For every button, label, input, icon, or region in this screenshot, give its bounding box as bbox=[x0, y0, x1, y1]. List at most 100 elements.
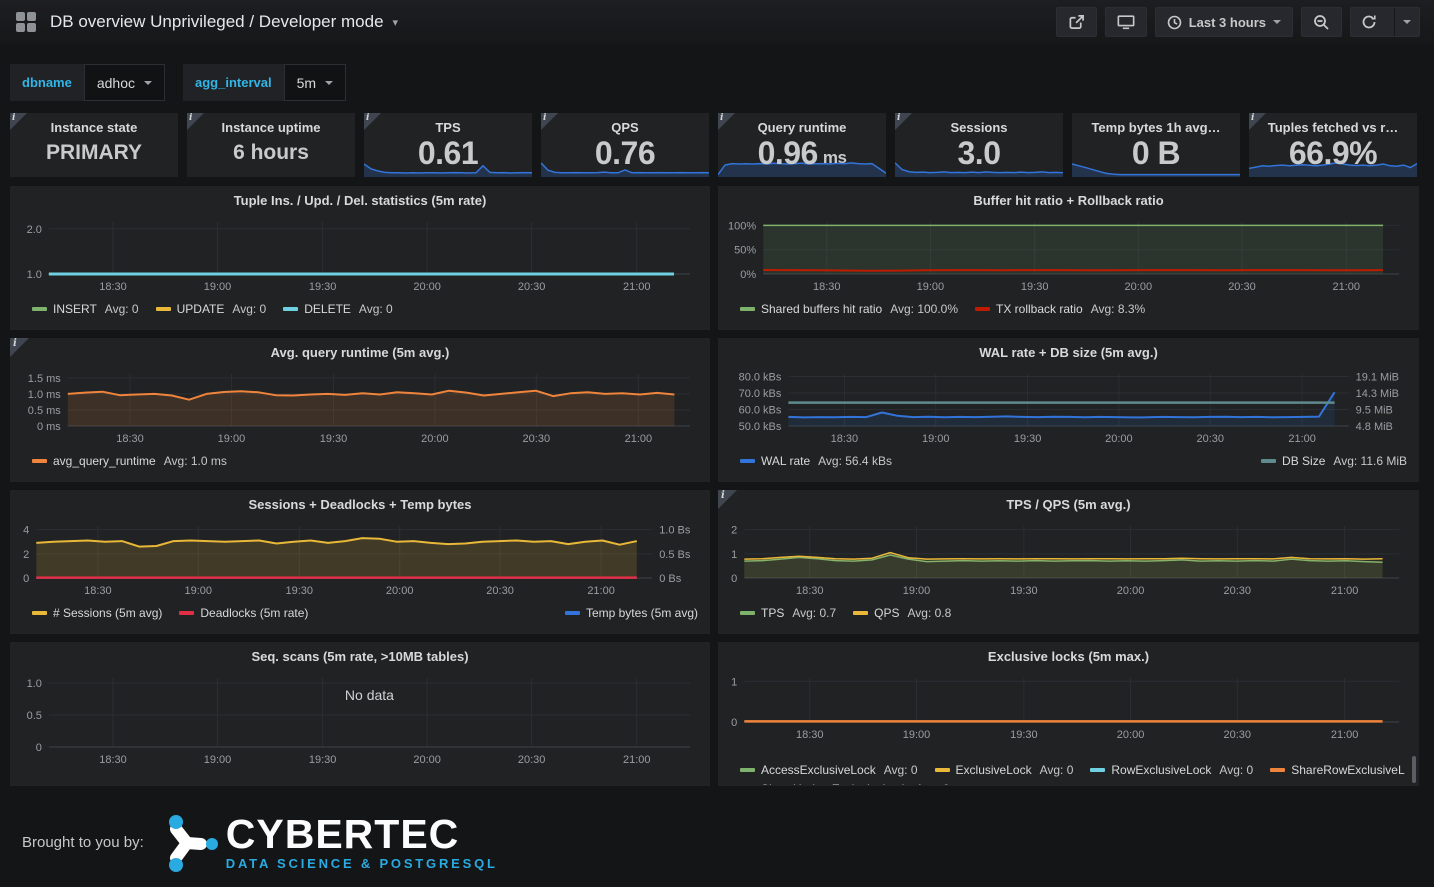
svg-text:19:00: 19:00 bbox=[204, 754, 232, 766]
svg-text:0 Bs: 0 Bs bbox=[659, 573, 682, 585]
legend-item[interactable]: avg_query_runtimeAvg: 1.0 ms bbox=[32, 454, 227, 468]
svg-text:21:00: 21:00 bbox=[625, 433, 653, 445]
seq-scans-chart[interactable]: 1.00.5018:3019:0019:3020:0020:3021:00No … bbox=[16, 672, 704, 767]
cybertec-logo-icon bbox=[160, 812, 218, 872]
share-button[interactable] bbox=[1056, 7, 1097, 37]
refresh-button[interactable] bbox=[1351, 8, 1387, 36]
svg-text:0.5 Bs: 0.5 Bs bbox=[659, 549, 691, 561]
panel-info-icon[interactable]: i bbox=[364, 113, 381, 130]
wal-rate-chart[interactable]: 80.0 kBs70.0 kBs60.0 kBs50.0 kBs19.1 MiB… bbox=[724, 368, 1413, 446]
legend-item[interactable]: TX rollback ratioAvg: 8.3% bbox=[975, 302, 1145, 316]
refresh-interval-dropdown[interactable] bbox=[1394, 8, 1419, 36]
dashboard-title[interactable]: DB overview Unprivileged / Developer mod… bbox=[50, 12, 384, 32]
variable-agg-interval-select[interactable]: 5m bbox=[284, 64, 346, 101]
tv-mode-button[interactable] bbox=[1105, 7, 1147, 37]
legend-item[interactable]: AccessExclusiveLockAvg: 0 bbox=[740, 763, 918, 777]
panel-tuple-statistics: i Tuple Ins. / Upd. / Del. statistics (5… bbox=[10, 186, 710, 330]
svg-text:18:30: 18:30 bbox=[99, 754, 127, 766]
zoom-out-button[interactable] bbox=[1301, 7, 1342, 37]
sessions-deadlocks-chart[interactable]: 4201.0 Bs0.5 Bs0 Bs18:3019:0019:3020:002… bbox=[16, 520, 704, 598]
panel-title[interactable]: Exclusive locks (5m max.) bbox=[718, 642, 1419, 664]
chevron-down-icon bbox=[1273, 20, 1281, 24]
svg-text:18:30: 18:30 bbox=[99, 281, 127, 293]
legend-item[interactable]: RowExclusiveLockAvg: 0 bbox=[1090, 763, 1253, 777]
svg-text:1.5 ms: 1.5 ms bbox=[28, 373, 62, 385]
legend-item[interactable]: DELETEAvg: 0 bbox=[283, 302, 393, 316]
tps-qps-chart[interactable]: 21018:3019:0019:3020:0020:3021:00 bbox=[724, 520, 1413, 598]
panel-title[interactable]: Sessions + Deadlocks + Temp bytes bbox=[10, 490, 710, 512]
dashboard-title-caret-icon[interactable]: ▾ bbox=[393, 16, 399, 29]
svg-text:60.0 kBs: 60.0 kBs bbox=[739, 404, 782, 416]
legend-item[interactable]: DB SizeAvg: 11.6 MiB bbox=[1261, 454, 1407, 468]
legend-item[interactable]: QPSAvg: 0.8 bbox=[853, 606, 951, 620]
panel-info-icon[interactable]: i bbox=[10, 338, 29, 357]
legend-item[interactable]: # Sessions (5m avg) bbox=[32, 606, 162, 620]
panel-info-icon[interactable]: i bbox=[718, 113, 735, 130]
variable-dbname-select[interactable]: adhoc bbox=[84, 64, 165, 101]
legend-scrollbar[interactable] bbox=[1412, 756, 1416, 783]
legend-item[interactable]: Deadlocks (5m rate) bbox=[179, 606, 308, 620]
buffer-hit-ratio-chart[interactable]: 100%50%0%18:3019:0019:3020:0020:3021:00 bbox=[724, 216, 1413, 294]
svg-text:1.0 ms: 1.0 ms bbox=[28, 389, 62, 401]
stat-panel-instance-state: i Instance state PRIMARY bbox=[10, 113, 178, 177]
cybertec-brand: CYBERTEC DATA SCIENCE & POSTGRESQL bbox=[160, 812, 498, 872]
panel-title[interactable]: WAL rate + DB size (5m avg.) bbox=[718, 338, 1419, 360]
tuple-statistics-chart[interactable]: 2.01.018:3019:0019:3020:0020:3021:00 bbox=[16, 216, 704, 294]
svg-text:20:00: 20:00 bbox=[413, 281, 441, 293]
panel-info-icon[interactable]: i bbox=[718, 490, 737, 509]
panel-title[interactable]: TPS / QPS (5m avg.) bbox=[718, 490, 1419, 512]
svg-text:18:30: 18:30 bbox=[796, 585, 824, 597]
svg-text:21:00: 21:00 bbox=[587, 585, 615, 597]
panel-info-icon[interactable]: i bbox=[1249, 113, 1266, 130]
dashboard-grid-icon[interactable] bbox=[16, 12, 36, 32]
stat-value: 0.76 bbox=[541, 113, 709, 177]
svg-text:1.0 Bs: 1.0 Bs bbox=[659, 525, 691, 537]
svg-text:19:00: 19:00 bbox=[903, 729, 931, 741]
panel-title[interactable]: Seq. scans (5m rate, >10MB tables) bbox=[10, 642, 710, 664]
svg-text:20:00: 20:00 bbox=[386, 585, 414, 597]
avg-query-runtime-chart[interactable]: 1.5 ms1.0 ms0.5 ms0 ms18:3019:0019:3020:… bbox=[16, 368, 704, 446]
svg-text:18:30: 18:30 bbox=[84, 585, 112, 597]
time-range-button[interactable]: Last 3 hours bbox=[1155, 7, 1293, 37]
legend-item[interactable]: UPDATEAvg: 0 bbox=[156, 302, 267, 316]
legend-item[interactable]: Temp bytes (5m avg) bbox=[565, 606, 698, 620]
clock-icon bbox=[1167, 15, 1182, 30]
panel-info-icon[interactable]: i bbox=[10, 113, 27, 130]
svg-text:21:00: 21:00 bbox=[1332, 281, 1360, 293]
panel-title[interactable]: Avg. query runtime (5m avg.) bbox=[10, 338, 710, 360]
svg-text:0.5: 0.5 bbox=[27, 710, 42, 722]
variable-dbname-label: dbname bbox=[10, 64, 84, 101]
svg-text:0.5 ms: 0.5 ms bbox=[28, 405, 62, 417]
svg-text:0: 0 bbox=[36, 742, 42, 754]
legend-item[interactable]: TPSAvg: 0.7 bbox=[740, 606, 836, 620]
exclusive-locks-chart[interactable]: 1018:3019:0019:3020:0020:3021:00 bbox=[724, 672, 1413, 742]
legend-item[interactable]: Shared buffers hit ratioAvg: 100.0% bbox=[740, 302, 958, 316]
panel-info-icon[interactable]: i bbox=[187, 113, 204, 130]
svg-text:4: 4 bbox=[23, 525, 29, 537]
zoom-out-icon bbox=[1313, 14, 1330, 31]
stat-panel-sessions: i Sessions 3.0 bbox=[895, 113, 1063, 177]
legend-item[interactable]: ShareUpdateExclusiveLockAvg: 0 bbox=[740, 782, 950, 786]
svg-text:21:00: 21:00 bbox=[1331, 585, 1359, 597]
stat-panel-query-runtime: i Query runtime 0.96ms bbox=[718, 113, 886, 177]
monitor-icon bbox=[1117, 14, 1135, 30]
legend-item[interactable]: WAL rateAvg: 56.4 kBs bbox=[740, 454, 892, 468]
svg-text:18:30: 18:30 bbox=[116, 433, 144, 445]
stat-panel-tps: i TPS 0.61 bbox=[364, 113, 532, 177]
template-variables: dbname adhoc agg_interval 5m bbox=[10, 64, 346, 101]
svg-text:70.0 kBs: 70.0 kBs bbox=[739, 388, 782, 400]
legend-item[interactable]: ShareRowExclusiveLockAvg: 0 bbox=[1270, 763, 1405, 777]
panel-sessions-deadlocks: i Sessions + Deadlocks + Temp bytes 4201… bbox=[10, 490, 710, 634]
svg-text:19:30: 19:30 bbox=[309, 281, 337, 293]
svg-text:20:30: 20:30 bbox=[518, 754, 546, 766]
panel-info-icon[interactable]: i bbox=[541, 113, 558, 130]
panel-info-icon[interactable]: i bbox=[895, 113, 912, 130]
svg-text:2.0: 2.0 bbox=[27, 224, 42, 236]
legend-item[interactable]: INSERTAvg: 0 bbox=[32, 302, 139, 316]
svg-text:20:30: 20:30 bbox=[1224, 585, 1252, 597]
panel-title[interactable]: Tuple Ins. / Upd. / Del. statistics (5m … bbox=[10, 186, 710, 208]
panel-title[interactable]: Buffer hit ratio + Rollback ratio bbox=[718, 186, 1419, 208]
svg-text:20:30: 20:30 bbox=[523, 433, 551, 445]
legend-item[interactable]: ExclusiveLockAvg: 0 bbox=[935, 763, 1074, 777]
chevron-down-icon bbox=[325, 81, 333, 85]
